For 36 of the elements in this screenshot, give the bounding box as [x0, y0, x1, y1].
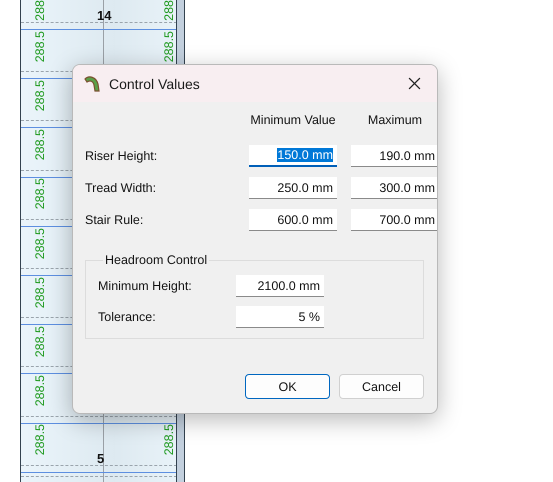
- column-header: Maximum: [366, 113, 424, 127]
- input-field[interactable]: 5 %: [236, 306, 324, 328]
- window-title: Control Values: [109, 76, 201, 92]
- field-label: Minimum Height:: [98, 279, 193, 293]
- tread-dimension: 288.5: [34, 424, 47, 456]
- tread-dimension: 288.5: [34, 326, 47, 358]
- tread-dimension: 288.5: [163, 424, 176, 456]
- column-header: Minimum Value: [249, 113, 337, 127]
- tread-dimension: 288.5: [163, 30, 176, 62]
- tread-dimension: 288.5: [34, 129, 47, 161]
- tread-dimension: 288.5: [34, 80, 47, 112]
- tread-dimension: 288.5: [34, 276, 47, 308]
- input-field[interactable]: 600.0 mm: [249, 209, 337, 231]
- step-number: 14: [97, 8, 112, 23]
- ok-button[interactable]: OK: [245, 374, 330, 399]
- field-label: Tread Width:: [85, 181, 158, 195]
- input-field[interactable]: 150.0 mm: [249, 145, 337, 167]
- tread-dimension: 288: [163, 0, 176, 21]
- tread-dimension: 288.5: [34, 30, 47, 62]
- cancel-button[interactable]: Cancel: [339, 374, 424, 399]
- close-icon: [408, 77, 420, 90]
- field-label: Tolerance:: [98, 310, 157, 324]
- field-label: Riser Height:: [85, 149, 158, 163]
- tread-dimension: 288: [34, 0, 47, 21]
- input-field[interactable]: 700.0 mm: [351, 209, 437, 231]
- tread-dimension: 288.5: [34, 375, 47, 406]
- tread-dimension: 288.5: [34, 178, 47, 210]
- stair-icon: [82, 74, 102, 94]
- field-label: Stair Rule:: [85, 213, 144, 227]
- input-field[interactable]: 190.0 mm: [351, 145, 437, 167]
- step-number: 5: [97, 450, 104, 466]
- input-field[interactable]: 2100.0 mm: [236, 275, 324, 297]
- tread-dimension: 288.5: [34, 228, 47, 259]
- input-field[interactable]: 300.0 mm: [351, 177, 437, 199]
- input-field[interactable]: 250.0 mm: [249, 177, 337, 199]
- group-title: Headroom Control: [104, 253, 208, 267]
